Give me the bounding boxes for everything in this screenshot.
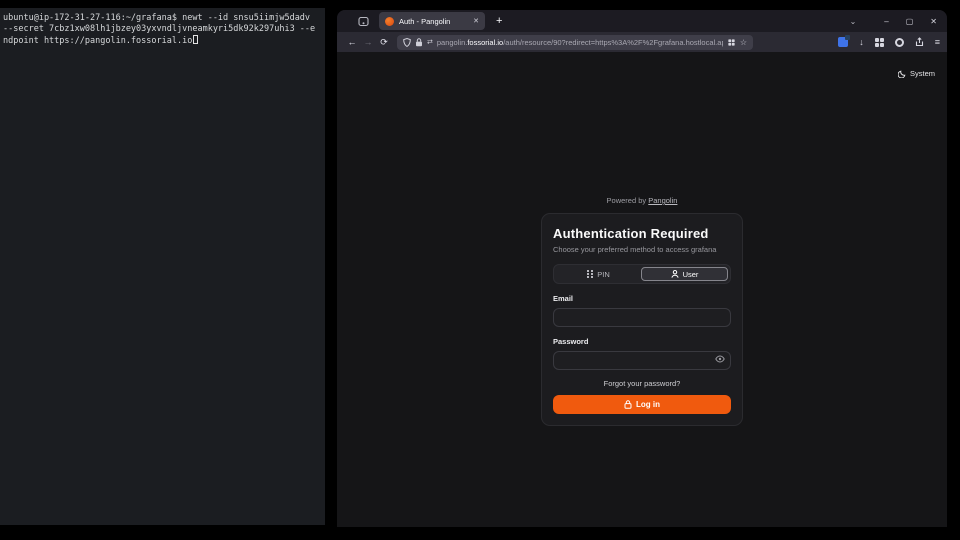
back-button[interactable]: ← [344, 37, 360, 47]
email-input-wrap [553, 307, 731, 327]
browser-toolbar: ← → ⟳ ⇄ pangolin.fossorial.io/auth/resou… [337, 32, 947, 52]
url-path: /auth/resource/90?redirect=https%3A%2F%2… [503, 38, 723, 47]
terminal-line: ndpoint https://pangolin.fossorial.io [3, 35, 322, 47]
tab-title: Auth - Pangolin [399, 17, 468, 26]
terminal-cursor [193, 35, 198, 44]
login-lock-icon [624, 400, 632, 409]
auth-page: System Powered by Pangolin Authenticatio… [337, 52, 947, 527]
list-all-tabs-icon[interactable]: ⌄ [850, 17, 857, 26]
password-field[interactable] [553, 351, 731, 370]
downloads-icon[interactable]: ↓ [859, 38, 864, 47]
powered-by: Powered by Pangolin [541, 196, 743, 205]
terminal-line: ubuntu@ip-172-31-27-116:~/grafana$ newt … [3, 13, 322, 24]
firefox-view-icon[interactable] [357, 15, 370, 28]
tab-pin[interactable]: PIN [556, 267, 641, 281]
auth-container: Powered by Pangolin Authentication Requi… [541, 196, 743, 426]
moon-icon [898, 70, 906, 78]
pangolin-link[interactable]: Pangolin [648, 196, 677, 205]
page-action-grid-icon[interactable] [728, 39, 734, 45]
extension-badge [845, 35, 850, 40]
powered-by-text: Powered by [607, 196, 647, 205]
tab-user[interactable]: User [641, 267, 728, 281]
theme-toggle[interactable]: System [898, 69, 935, 78]
apps-grid-icon[interactable] [875, 38, 884, 47]
close-window-button[interactable]: ✕ [930, 17, 937, 26]
url-text: pangolin.fossorial.io/auth/resource/90?r… [437, 38, 723, 47]
show-password-eye-icon[interactable] [715, 355, 725, 363]
tab-close-icon[interactable]: ✕ [473, 18, 479, 25]
share-icon[interactable] [915, 37, 924, 47]
maximize-button[interactable]: ▢ [906, 17, 914, 26]
window-controls: – ▢ ✕ [884, 17, 937, 26]
tab-user-label: User [683, 270, 699, 279]
browser-tab-bar: Auth - Pangolin ✕ + ⌄ – ▢ ✕ [337, 10, 947, 32]
new-tab-button[interactable]: + [496, 16, 502, 27]
email-field[interactable] [553, 308, 731, 327]
bookmark-star-icon[interactable]: ☆ [740, 38, 747, 47]
tab-pin-label: PIN [597, 270, 610, 279]
permissions-swap-icon[interactable]: ⇄ [427, 38, 433, 46]
url-domain: fossorial.io [467, 38, 503, 47]
login-button-label: Log in [636, 400, 660, 409]
browser-tab-auth-pangolin[interactable]: Auth - Pangolin ✕ [379, 12, 485, 30]
minimize-button[interactable]: – [884, 17, 888, 26]
pangolin-favicon-icon [385, 17, 394, 26]
auth-card-title: Authentication Required [553, 226, 731, 241]
theme-toggle-label: System [910, 69, 935, 78]
terminal-line-text: ndpoint https://pangolin.fossorial.io [3, 36, 192, 46]
email-label: Email [553, 294, 731, 303]
url-bar[interactable]: ⇄ pangolin.fossorial.io/auth/resource/90… [397, 35, 753, 50]
terminal-window[interactable]: ubuntu@ip-172-31-27-116:~/grafana$ newt … [0, 8, 325, 525]
auth-card: Authentication Required Choose your pref… [541, 213, 743, 426]
browser-window: Auth - Pangolin ✕ + ⌄ – ▢ ✕ ← → ⟳ ⇄ pang… [337, 10, 947, 527]
password-label: Password [553, 337, 731, 346]
pin-keypad-icon [587, 270, 593, 278]
reload-button[interactable]: ⟳ [376, 37, 392, 48]
password-input-wrap [553, 350, 731, 370]
blue-extension-icon[interactable] [838, 37, 848, 47]
login-button[interactable]: Log in [553, 395, 731, 414]
auth-card-subtitle: Choose your preferred method to access g… [553, 245, 731, 254]
tracking-protection-shield-icon[interactable] [403, 38, 411, 47]
menu-hamburger-icon[interactable]: ≡ [935, 38, 940, 47]
user-icon [671, 270, 679, 278]
toolbar-extension-icons: ↓ ≡ [838, 37, 940, 47]
terminal-line: --secret 7cbz1xw08lh1jbzey03yxvndljvneam… [3, 24, 322, 35]
forward-button[interactable]: → [360, 37, 376, 47]
circle-extension-icon[interactable] [895, 38, 904, 47]
forgot-password-link[interactable]: Forgot your password? [553, 379, 731, 388]
url-subdomain: pangolin. [437, 38, 467, 47]
auth-method-tabs: PIN User [553, 264, 731, 284]
https-lock-icon[interactable] [415, 38, 423, 47]
